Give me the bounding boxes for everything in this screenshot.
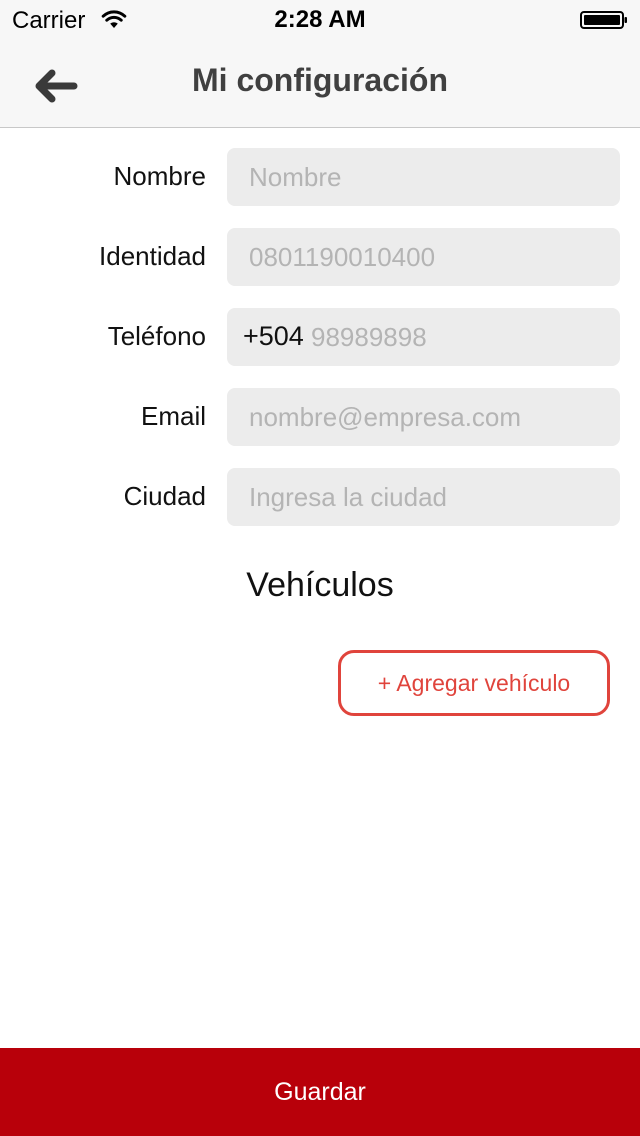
email-label: Email — [140, 401, 206, 431]
email-input[interactable] — [227, 388, 620, 446]
nombre-input[interactable] — [227, 148, 620, 206]
vehicles-section-title: Vehículos — [246, 566, 394, 604]
email-row: Email — [0, 388, 640, 446]
phone-field: +504 — [227, 308, 620, 366]
status-time: 2:28 AM — [274, 6, 366, 33]
identidad-label: Identidad — [99, 241, 206, 271]
identidad-input[interactable] — [227, 228, 620, 286]
ciudad-label: Ciudad — [123, 481, 206, 511]
add-vehicle-button[interactable]: + Agregar vehículo — [338, 650, 610, 716]
nombre-row: Nombre — [0, 148, 640, 206]
telefono-input[interactable] — [311, 308, 611, 366]
battery-icon — [580, 11, 627, 29]
save-button[interactable]: Guardar — [0, 1048, 640, 1136]
navigation-bar: Mi configuración — [0, 40, 640, 128]
telefono-label: Teléfono — [107, 321, 206, 351]
ciudad-row: Ciudad — [0, 468, 640, 526]
status-bar: Carrier 2:28 AM — [0, 0, 640, 40]
identidad-row: Identidad — [0, 228, 640, 286]
telefono-row: Teléfono +504 — [0, 308, 640, 366]
ciudad-input[interactable] — [227, 468, 620, 526]
phone-country-code: +504 — [243, 321, 304, 351]
nombre-label: Nombre — [113, 161, 206, 191]
page-title: Mi configuración — [192, 62, 448, 98]
